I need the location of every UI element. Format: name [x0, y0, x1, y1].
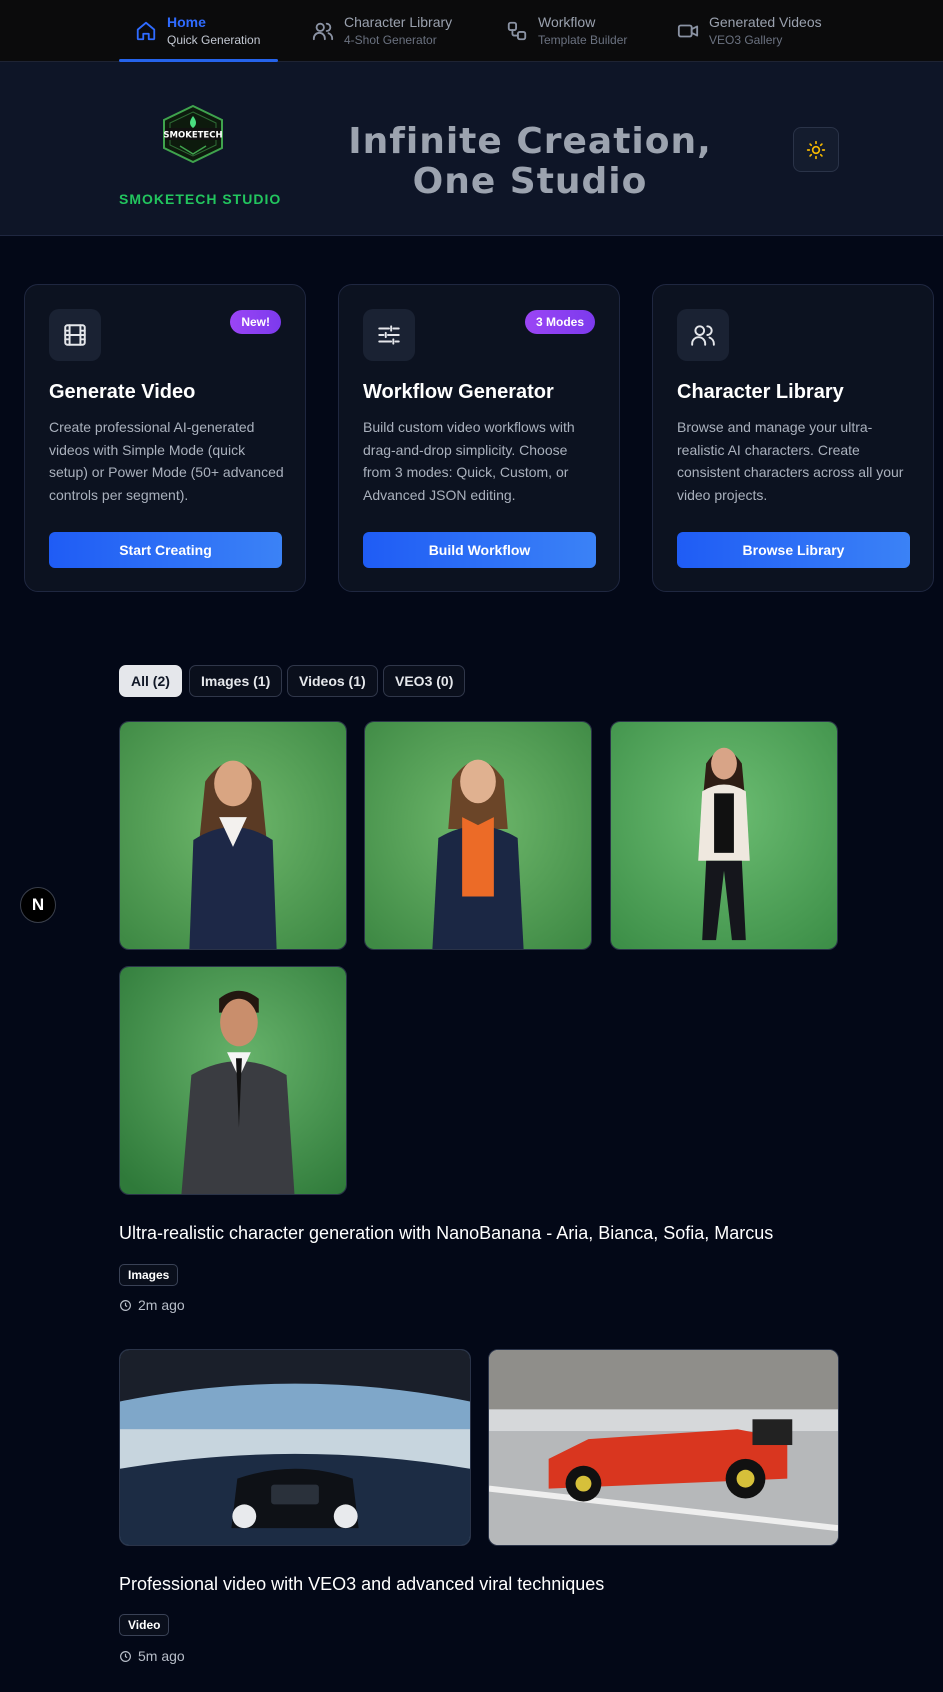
brand-name: SMOKETECH STUDIO — [119, 191, 282, 207]
post-tag: Images — [119, 1264, 179, 1286]
nav-home-subtitle: Quick Generation — [167, 33, 261, 47]
card-title: Character Library — [677, 381, 844, 403]
nav-character-library-title: Character Library — [344, 14, 453, 30]
nav-workflow-subtitle: Template Builder — [538, 33, 628, 47]
browse-library-button[interactable]: Browse Library — [677, 532, 910, 568]
post-tag: Video — [119, 1614, 170, 1636]
card-title: Workflow Generator — [363, 381, 554, 403]
character-image-aria[interactable] — [119, 721, 347, 950]
hero-header: SMOKETECH SMOKETECH STUDIO Infinite Crea… — [0, 62, 943, 236]
nav-generated-videos-subtitle: VEO3 Gallery — [709, 33, 783, 47]
users-icon — [691, 325, 715, 346]
card-description: Browse and manage your ultra-realistic A… — [677, 419, 904, 503]
workflow-icon — [507, 21, 527, 41]
page-title: Infinite Creation, One Studio — [348, 121, 712, 202]
post-timestamp: 2m ago — [119, 1297, 185, 1313]
logo-badge-text: SMOKETECH — [163, 131, 222, 141]
start-creating-button[interactable]: Start Creating — [49, 532, 282, 568]
post-timestamp: 5m ago — [119, 1648, 185, 1664]
sliders-icon — [378, 325, 400, 345]
home-icon — [136, 21, 156, 41]
card-description: Create professional AI-generated videos … — [49, 419, 284, 503]
character-image-bianca[interactable] — [364, 721, 592, 950]
filter-images[interactable]: Images (1) — [189, 665, 283, 697]
nav-workflow[interactable]: Workflow Template Builder — [490, 0, 627, 62]
nav-generated-videos[interactable]: Generated Videos VEO3 Gallery — [661, 0, 822, 62]
card-icon-box — [677, 309, 729, 361]
new-badge: New! — [230, 310, 281, 334]
card-icon-box — [363, 309, 415, 361]
nav-home[interactable]: Home Quick Generation — [119, 0, 260, 62]
filter-veo3[interactable]: VEO3 (0) — [383, 665, 466, 697]
card-description: Build custom video workflows with drag-a… — [363, 419, 575, 503]
filter-all[interactable]: All (2) — [119, 665, 182, 697]
card-title: Generate Video — [49, 381, 196, 403]
top-navigation: Home Quick Generation Character Library … — [0, 0, 943, 62]
post-title[interactable]: Ultra-realistic character generation wit… — [119, 1223, 773, 1244]
nav-generated-videos-title: Generated Videos — [709, 14, 822, 30]
post-title[interactable]: Professional video with VEO3 and advance… — [119, 1574, 604, 1595]
card-icon-box — [49, 309, 101, 361]
filter-videos[interactable]: Videos (1) — [287, 665, 378, 697]
nav-character-library[interactable]: Character Library 4-Shot Generator — [296, 0, 452, 62]
character-image-sofia[interactable] — [610, 721, 838, 950]
film-icon — [64, 324, 86, 346]
nav-character-library-subtitle: 4-Shot Generator — [344, 33, 437, 47]
clock-icon — [120, 1650, 131, 1662]
smoketech-logo[interactable]: SMOKETECH — [160, 104, 226, 164]
next-dev-badge[interactable]: N — [20, 887, 56, 923]
video-thumbnail-race-car[interactable] — [488, 1349, 839, 1546]
character-image-marcus[interactable] — [119, 966, 347, 1195]
theme-toggle-button[interactable] — [793, 127, 839, 172]
generate-video-card: New! Generate Video Create professional … — [24, 284, 306, 592]
sun-icon — [806, 140, 826, 159]
clock-icon — [120, 1299, 131, 1311]
character-library-card: Character Library Browse and manage your… — [652, 284, 934, 592]
nav-workflow-title: Workflow — [538, 14, 596, 30]
post-time-text: 5m ago — [138, 1648, 185, 1664]
post-time-text: 2m ago — [138, 1297, 185, 1313]
video-icon — [677, 24, 699, 38]
workflow-generator-card: 3 Modes Workflow Generator Build custom … — [338, 284, 620, 592]
users-icon — [312, 22, 334, 41]
modes-badge: 3 Modes — [524, 310, 595, 334]
nav-home-title: Home — [167, 14, 206, 30]
build-workflow-button[interactable]: Build Workflow — [363, 532, 596, 568]
video-thumbnail-cockpit[interactable] — [119, 1349, 471, 1546]
